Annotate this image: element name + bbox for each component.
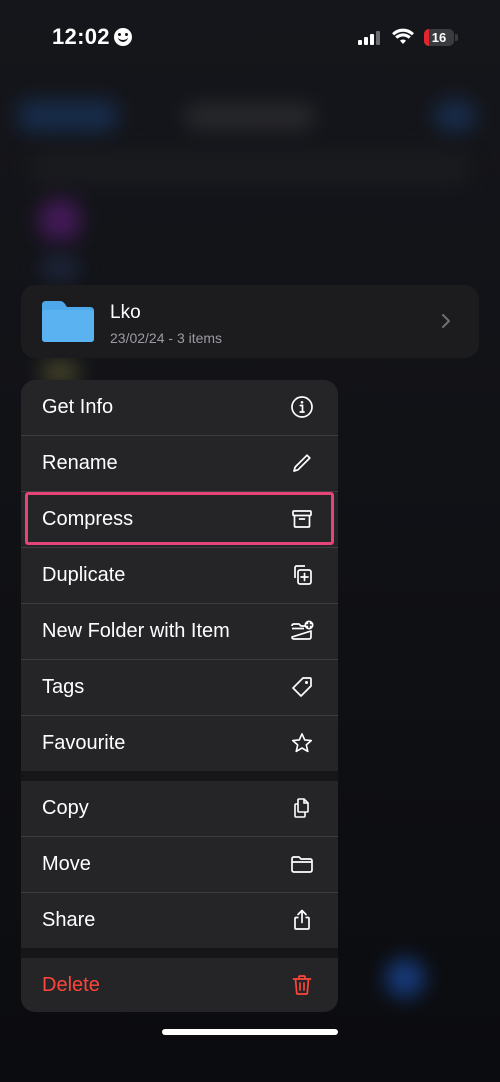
blurred-action — [435, 100, 475, 132]
menu-item-duplicate[interactable]: Duplicate — [21, 548, 338, 603]
info-icon — [291, 396, 313, 418]
blurred-title — [185, 104, 315, 130]
trash-icon — [292, 975, 312, 995]
cellular-signal-icon — [358, 31, 382, 45]
menu-group-gap — [21, 771, 338, 781]
battery-tip — [455, 34, 458, 41]
menu-item-rename[interactable]: Rename — [21, 436, 338, 491]
menu-item-copy[interactable]: Copy — [21, 781, 338, 836]
duplicate-icon — [294, 565, 312, 585]
menu-item-label: Get Info — [42, 396, 114, 418]
folder-meta: 23/02/24 - 3 items — [110, 330, 223, 346]
menu-item-get-info[interactable]: Get Info — [21, 380, 338, 435]
status-time: 12:02 — [52, 24, 110, 49]
blurred-back-button — [18, 100, 118, 132]
blurred-file-icon — [40, 200, 80, 240]
menu-item-move[interactable]: Move — [21, 837, 338, 892]
folder-icon — [42, 301, 94, 342]
menu-item-favourite[interactable]: Favourite — [21, 716, 338, 771]
battery-percent: 16 — [431, 30, 447, 45]
folder-name: Lko — [110, 302, 141, 323]
menu-item-label: Rename — [42, 452, 118, 474]
menu-item-label: Duplicate — [42, 564, 126, 586]
status-bar: 12:02 16 — [0, 0, 500, 70]
menu-item-label: Share — [42, 909, 96, 931]
blurred-tab-button — [385, 958, 425, 998]
menu-item-tags[interactable]: Tags — [21, 660, 338, 715]
menu-item-label: Favourite — [42, 732, 126, 754]
menu-item-label: Copy — [42, 797, 89, 819]
folder-icon — [291, 856, 313, 873]
menu-item-label: Move — [42, 853, 91, 875]
compress-highlight-box — [25, 492, 334, 545]
focus-smiley-icon — [114, 28, 132, 46]
home-indicator[interactable] — [162, 1029, 338, 1035]
blurred-search — [30, 150, 470, 186]
share-icon — [294, 909, 310, 930]
menu-item-delete[interactable]: Delete — [21, 958, 338, 1012]
star-icon — [291, 733, 313, 753]
menu-item-share[interactable]: Share — [21, 893, 338, 948]
blurred-file-icon-2 — [40, 256, 80, 280]
tag-icon — [292, 677, 312, 697]
copy-icon — [294, 798, 309, 818]
menu-group-gap — [21, 948, 338, 958]
menu-item-label: Tags — [42, 676, 85, 698]
folder-plus-icon — [291, 620, 314, 640]
folder-preview-card[interactable]: Lko 23/02/24 - 3 items — [21, 285, 479, 358]
menu-item-new-folder-with-item[interactable]: New Folder with Item — [21, 604, 338, 659]
chevron-right-icon — [442, 314, 450, 328]
context-menu: Get Info Rename Compress Duplicate New F… — [21, 380, 338, 1012]
pencil-icon — [293, 454, 311, 472]
wifi-icon — [392, 28, 414, 44]
menu-item-label: Delete — [42, 974, 100, 996]
battery-indicator: 16 — [424, 29, 454, 46]
menu-item-label: New Folder with Item — [42, 620, 230, 642]
